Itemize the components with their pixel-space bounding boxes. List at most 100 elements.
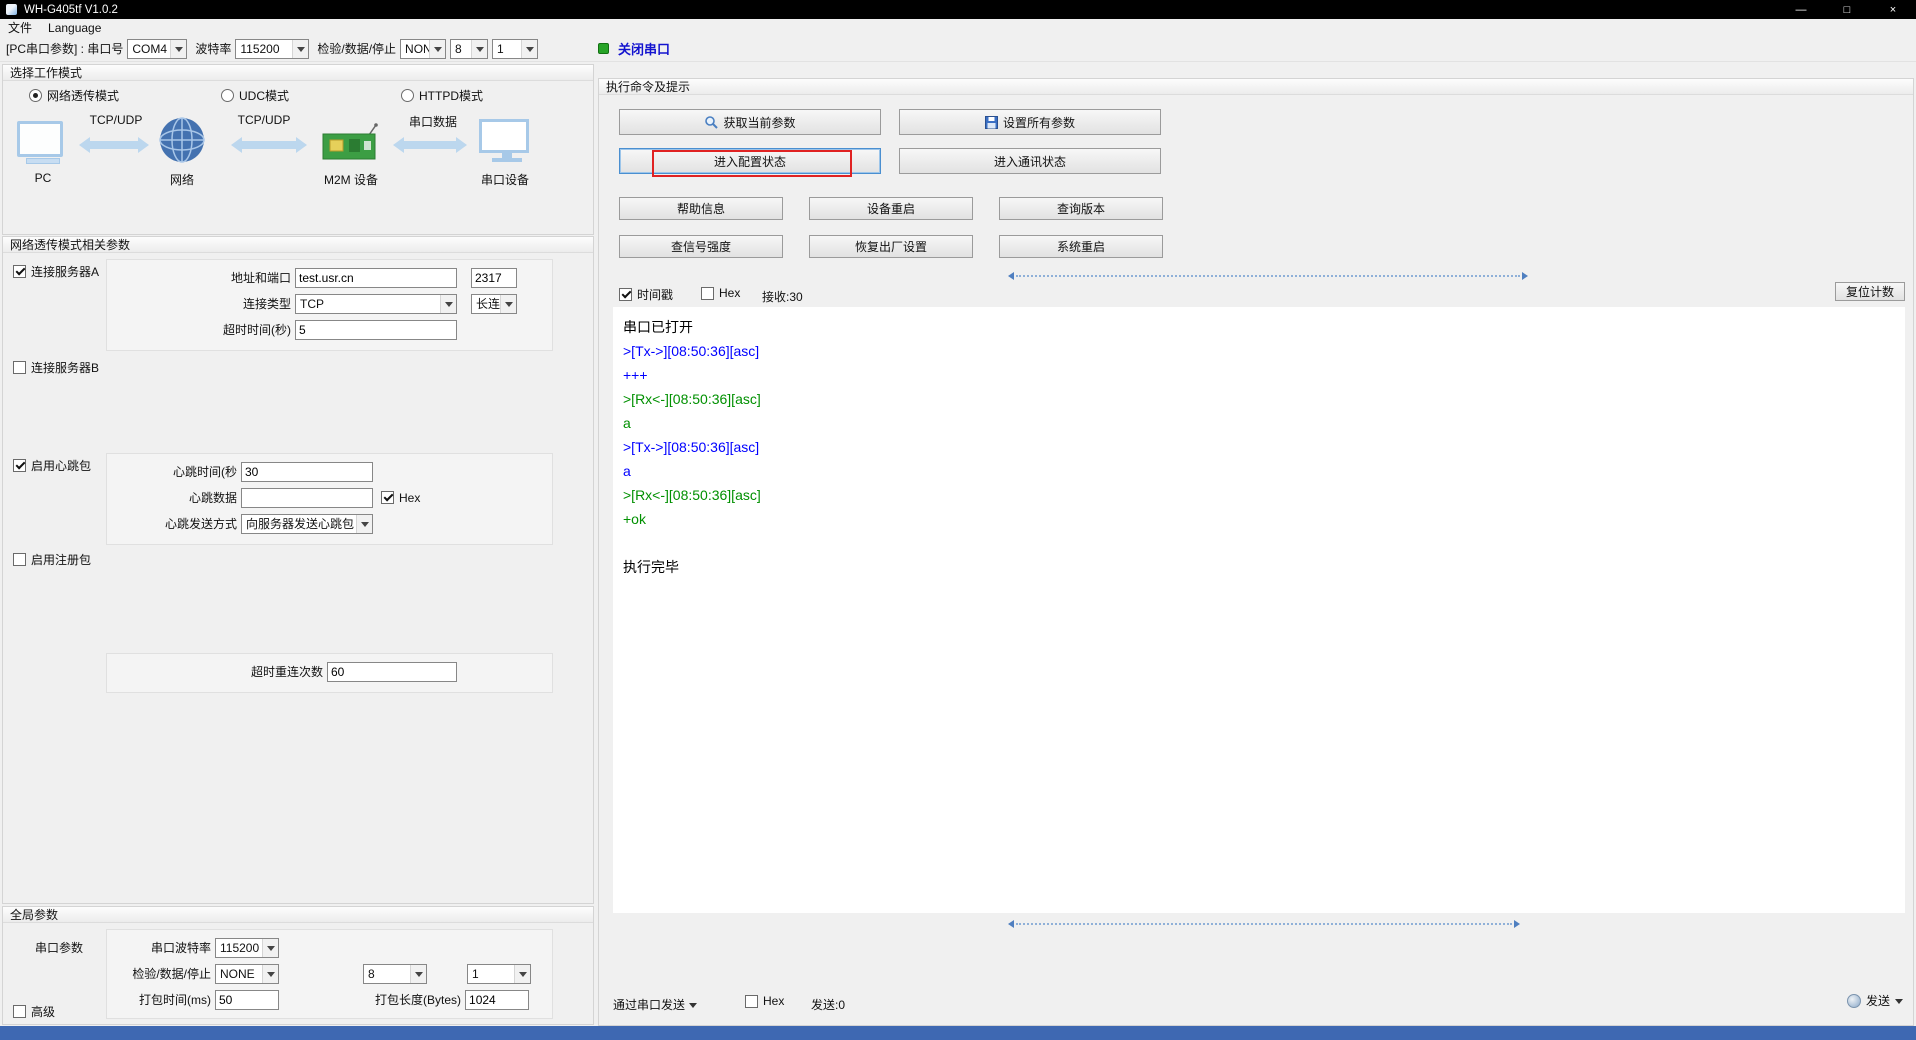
timestamp-checkbox[interactable]: 时间戳 [619, 286, 673, 303]
set-params-button[interactable]: 设置所有参数 [899, 109, 1161, 135]
close-button[interactable]: × [1870, 0, 1916, 19]
line-settings-label: 检验/数据/停止 [317, 40, 396, 57]
pack-time-label: 打包时间(ms) [115, 991, 211, 1008]
checkbox-icon [13, 1005, 26, 1018]
help-button[interactable]: 帮助信息 [619, 197, 783, 220]
addr-port-label: 地址和端口 [115, 269, 291, 286]
global-databits-select[interactable]: 8 [363, 964, 427, 984]
scroll-left-arrow-icon[interactable] [1004, 272, 1014, 280]
log-line: a [623, 459, 1895, 483]
hb-data-label: 心跳数据 [115, 489, 237, 506]
titlebar: WH-G405tf V1.0.2 — □ × [0, 0, 1916, 19]
scroll-left-arrow-icon[interactable] [1004, 920, 1014, 928]
log-line: +ok [623, 507, 1895, 531]
serial-device-label: 串口设备 [455, 171, 555, 188]
chevron-down-icon [410, 965, 426, 983]
databits-select[interactable]: 8 [450, 39, 488, 59]
group-title: 网络透传模式相关参数 [10, 236, 130, 253]
databits-value: 8 [455, 42, 462, 56]
link3-label: 串口数据 [393, 113, 473, 130]
checkbox-icon [619, 288, 632, 301]
network-label: 网络 [153, 171, 211, 188]
server-port-input[interactable] [471, 268, 517, 288]
device-restart-button[interactable]: 设备重启 [809, 197, 973, 220]
close-port-button[interactable]: 关闭串口 [618, 39, 670, 58]
maximize-button[interactable]: □ [1824, 0, 1870, 19]
checkbox-label: 高级 [31, 1003, 55, 1020]
global-stopbits-select[interactable]: 1 [467, 964, 531, 984]
heartbeat-panel: 心跳时间(秒 心跳数据 Hex 心跳发送方式 向服务器发送心跳包 [106, 453, 553, 545]
radio-udc-mode[interactable]: UDC模式 [221, 87, 289, 104]
radio-icon [221, 89, 234, 102]
checkbox-label: Hex [763, 994, 784, 1008]
checkbox-label: 启用注册包 [31, 551, 91, 568]
server-a-checkbox[interactable]: 连接服务器A [13, 263, 99, 280]
hb-mode-select[interactable]: 向服务器发送心跳包 [241, 514, 373, 534]
checkbox-icon [13, 459, 26, 472]
send-via-dropdown[interactable]: 通过串口发送 [613, 996, 697, 1013]
scroll-right-arrow-icon[interactable] [1522, 272, 1532, 280]
menu-language[interactable]: Language [48, 21, 101, 35]
enter-config-button[interactable]: 进入配置状态 [619, 148, 881, 174]
advanced-checkbox[interactable]: 高级 [13, 1003, 55, 1020]
pack-len-input[interactable] [465, 990, 529, 1010]
radio-label: UDC模式 [239, 87, 289, 104]
scroll-right-arrow-icon[interactable] [1514, 920, 1524, 928]
serial-toolbar: [PC串口参数] : 串口号 COM4 波特率 115200 检验/数据/停止 … [0, 36, 1916, 62]
conn-type-select[interactable]: TCP [295, 294, 457, 314]
query-version-button[interactable]: 查询版本 [999, 197, 1163, 220]
radio-net-transparent-mode[interactable]: 网络透传模式 [29, 87, 119, 104]
baud-value: 115200 [240, 42, 279, 56]
reset-count-button[interactable]: 复位计数 [1835, 282, 1905, 301]
server-a-panel: 地址和端口 连接类型 TCP 长连 超时时间(秒) [106, 259, 553, 351]
net-params-group: 网络透传模式相关参数 连接服务器A 地址和端口 连接类型 TCP 长连 [2, 236, 594, 904]
checkbox-icon [13, 553, 26, 566]
com-port-value: COM4 [132, 42, 167, 56]
global-baud-select[interactable]: 115200 [215, 938, 279, 958]
register-packet-checkbox[interactable]: 启用注册包 [13, 551, 91, 568]
reconnect-input[interactable] [327, 662, 457, 682]
hb-data-input[interactable] [241, 488, 373, 508]
factory-reset-button[interactable]: 恢复出厂设置 [809, 235, 973, 258]
work-mode-group: 选择工作模式 网络透传模式 UDC模式 HTTPD模式 PC TCP/UDP [2, 64, 594, 235]
conn-keep-select[interactable]: 长连 [471, 294, 517, 314]
taskbar [0, 1026, 1916, 1040]
bottom-horizontal-scrollbar[interactable] [1004, 919, 1524, 928]
group-title: 全局参数 [10, 906, 58, 923]
com-port-select[interactable]: COM4 [127, 39, 187, 59]
parity-select[interactable]: NONI [400, 39, 446, 59]
system-restart-button[interactable]: 系统重启 [999, 235, 1163, 258]
heartbeat-checkbox[interactable]: 启用心跳包 [13, 457, 91, 474]
minimize-button[interactable]: — [1778, 0, 1824, 19]
server-address-input[interactable] [295, 268, 457, 288]
log-line: 执行完毕 [623, 555, 1895, 579]
send-hex-checkbox[interactable]: Hex [745, 994, 784, 1008]
global-params-group: 全局参数 串口参数 串口波特率 115200 检验/数据/停止 NONE 8 [2, 906, 594, 1025]
log-line: a [623, 411, 1895, 435]
baud-select[interactable]: 115200 [235, 39, 309, 59]
serial-device-icon [479, 119, 535, 162]
radio-httpd-mode[interactable]: HTTPD模式 [401, 87, 483, 104]
top-horizontal-scrollbar[interactable] [1004, 271, 1532, 280]
scroll-track[interactable] [1016, 275, 1520, 277]
scroll-track[interactable] [1016, 923, 1512, 925]
receive-log[interactable]: 串口已打开>[Tx->][08:50:36][asc]+++>[Rx<-][08… [613, 307, 1905, 913]
hb-time-input[interactable] [241, 462, 373, 482]
hb-hex-checkbox[interactable]: Hex [381, 491, 420, 505]
send-button[interactable]: 发送 [1847, 992, 1903, 1009]
reconnect-label: 超时重连次数 [115, 663, 323, 680]
global-parity-select[interactable]: NONE [215, 964, 279, 984]
menu-file[interactable]: 文件 [8, 19, 32, 36]
get-params-button[interactable]: 获取当前参数 [619, 109, 881, 135]
app-window: WH-G405tf V1.0.2 — □ × 文件 Language [PC串口… [0, 0, 1916, 1040]
timeout-input[interactable] [295, 320, 457, 340]
serial-section-label: 串口参数 [35, 939, 83, 956]
pack-time-input[interactable] [215, 990, 279, 1010]
hb-mode-label: 心跳发送方式 [115, 515, 237, 532]
stopbits-select[interactable]: 1 [492, 39, 538, 59]
log-line: 串口已打开 [623, 315, 1895, 339]
enter-comm-button[interactable]: 进入通讯状态 [899, 148, 1161, 174]
server-b-checkbox[interactable]: 连接服务器B [13, 359, 99, 376]
recv-hex-checkbox[interactable]: Hex [701, 286, 740, 300]
signal-strength-button[interactable]: 查信号强度 [619, 235, 783, 258]
